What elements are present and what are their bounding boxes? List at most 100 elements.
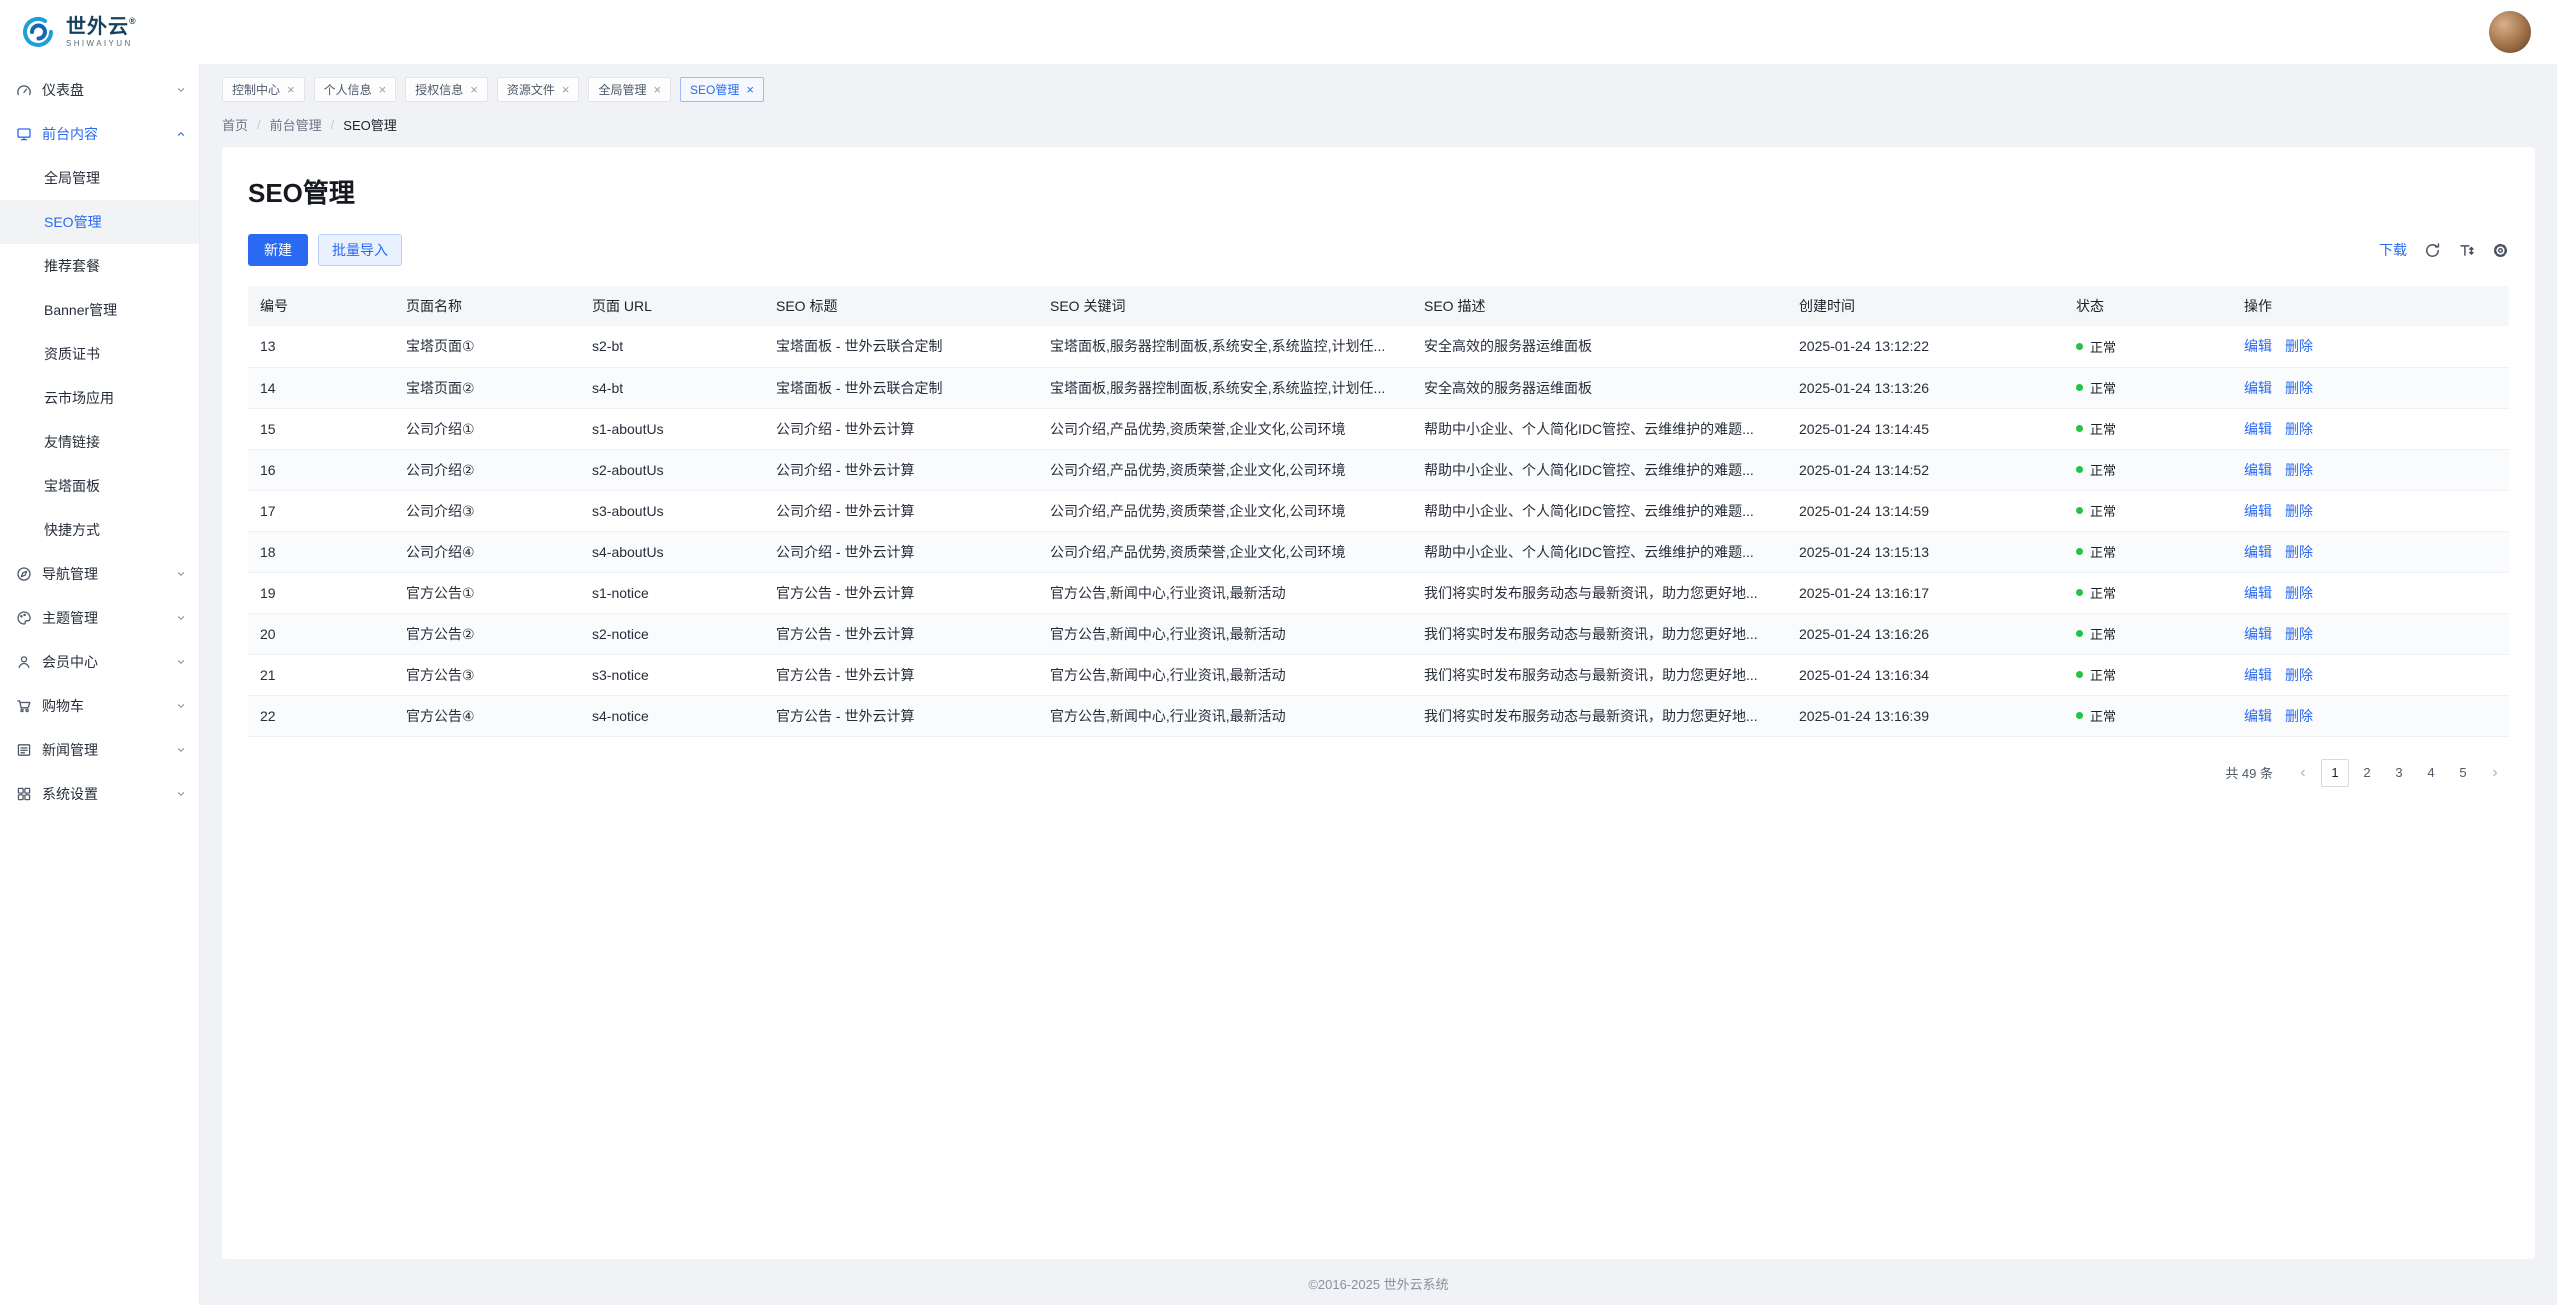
page-button-1[interactable]: 1 <box>2321 759 2349 787</box>
chevron-down-icon <box>175 568 187 580</box>
cell-keywords: 公司介绍,产品优势,资质荣誉,企业文化,公司环境 <box>1038 531 1412 572</box>
sidebar-subitem-5[interactable]: 资质证书 <box>0 332 199 376</box>
edit-link[interactable]: 编辑 <box>2244 503 2272 519</box>
tab-close-icon[interactable]: × <box>287 83 295 96</box>
cell-page-name: 公司介绍④ <box>394 531 580 572</box>
batch-import-button[interactable]: 批量导入 <box>318 234 402 266</box>
next-page-icon[interactable]: › <box>2481 759 2509 787</box>
delete-link[interactable]: 删除 <box>2285 462 2313 478</box>
cell-actions: 编辑删除 <box>2232 654 2509 695</box>
tab-4[interactable]: 资源文件 × <box>497 77 580 102</box>
status-label: 正常 <box>2090 504 2116 519</box>
edit-link[interactable]: 编辑 <box>2244 421 2272 437</box>
tab-close-icon[interactable]: × <box>470 83 478 96</box>
delete-link[interactable]: 删除 <box>2285 708 2313 724</box>
cell-keywords: 宝塔面板,服务器控制面板,系统安全,系统监控,计划任... <box>1038 326 1412 367</box>
cell-seo-title: 官方公告 - 世外云计算 <box>764 695 1038 736</box>
edit-link[interactable]: 编辑 <box>2244 544 2272 560</box>
edit-link[interactable]: 编辑 <box>2244 338 2272 354</box>
user-avatar[interactable] <box>2489 11 2531 53</box>
edit-link[interactable]: 编辑 <box>2244 585 2272 601</box>
edit-link[interactable]: 编辑 <box>2244 667 2272 683</box>
edit-link[interactable]: 编辑 <box>2244 462 2272 478</box>
top-header: 世外云® SHIWAIYUN <box>0 0 2557 64</box>
sidebar-subitem-1[interactable]: 全局管理 <box>0 156 199 200</box>
breadcrumb: 首页/前台管理/SEO管理 <box>200 102 2557 134</box>
column-settings-icon[interactable] <box>2492 242 2509 259</box>
tab-bar: 控制中心 × 个人信息 × 授权信息 × 资源文件 × 全局管理 × SEO管理… <box>200 64 2557 102</box>
sidebar-item-7[interactable]: 新闻管理 <box>0 728 199 772</box>
sidebar-item-4[interactable]: 主题管理 <box>0 596 199 640</box>
logo[interactable]: 世外云® SHIWAIYUN <box>18 12 137 52</box>
sidebar-item-3[interactable]: 导航管理 <box>0 552 199 596</box>
chevron-down-icon <box>175 788 187 800</box>
cell-keywords: 官方公告,新闻中心,行业资讯,最新活动 <box>1038 572 1412 613</box>
cell-url: s3-notice <box>580 654 764 695</box>
delete-link[interactable]: 删除 <box>2285 338 2313 354</box>
sidebar-item-2[interactable]: 前台内容 <box>0 112 199 156</box>
prev-page-icon[interactable]: ‹ <box>2289 759 2317 787</box>
cell-actions: 编辑删除 <box>2232 613 2509 654</box>
sidebar-subitem-3[interactable]: 推荐套餐 <box>0 244 199 288</box>
page-button-4[interactable]: 4 <box>2417 759 2445 787</box>
cell-id: 18 <box>248 531 394 572</box>
cell-created-time: 2025-01-24 13:15:13 <box>1787 531 2064 572</box>
theme-icon <box>16 610 32 626</box>
tab-close-icon[interactable]: × <box>653 83 661 96</box>
sidebar-subitem-9[interactable]: 快捷方式 <box>0 508 199 552</box>
status-label: 正常 <box>2090 422 2116 437</box>
sidebar-subitem-8[interactable]: 宝塔面板 <box>0 464 199 508</box>
sidebar-item-8[interactable]: 系统设置 <box>0 772 199 816</box>
col-header-1: 编号 <box>248 286 394 326</box>
tab-2[interactable]: 个人信息 × <box>314 77 397 102</box>
tab-3[interactable]: 授权信息 × <box>405 77 488 102</box>
page-button-3[interactable]: 3 <box>2385 759 2413 787</box>
sidebar-subitem-7[interactable]: 友情链接 <box>0 420 199 464</box>
tab-1[interactable]: 控制中心 × <box>222 77 305 102</box>
tab-5[interactable]: 全局管理 × <box>588 77 671 102</box>
page-buttons: 12345 <box>2321 759 2477 787</box>
sidebar-subitem-6[interactable]: 云市场应用 <box>0 376 199 420</box>
sidebar-item-6[interactable]: 购物车 <box>0 684 199 728</box>
breadcrumb-item-2[interactable]: 前台管理 <box>270 115 322 134</box>
tab-close-icon[interactable]: × <box>379 83 387 96</box>
sidebar-subitem-2[interactable]: SEO管理 <box>0 200 199 244</box>
delete-link[interactable]: 删除 <box>2285 503 2313 519</box>
delete-link[interactable]: 删除 <box>2285 421 2313 437</box>
delete-link[interactable]: 删除 <box>2285 667 2313 683</box>
sidebar-item-1[interactable]: 仪表盘 <box>0 68 199 112</box>
col-header-7: 创建时间 <box>1787 286 2064 326</box>
delete-link[interactable]: 删除 <box>2285 380 2313 396</box>
status-dot-icon <box>2076 425 2083 432</box>
table-header-row: 编号页面名称页面 URLSEO 标题SEO 关键词SEO 描述创建时间状态操作 <box>248 286 2509 326</box>
download-link[interactable]: 下载 <box>2379 240 2407 260</box>
edit-link[interactable]: 编辑 <box>2244 708 2272 724</box>
cell-page-name: 公司介绍② <box>394 449 580 490</box>
delete-link[interactable]: 删除 <box>2285 626 2313 642</box>
cell-actions: 编辑删除 <box>2232 367 2509 408</box>
status-dot-icon <box>2076 343 2083 350</box>
cell-status: 正常 <box>2064 531 2232 572</box>
page-button-2[interactable]: 2 <box>2353 759 2381 787</box>
chevron-down-icon <box>175 744 187 756</box>
delete-link[interactable]: 删除 <box>2285 585 2313 601</box>
breadcrumb-item-1[interactable]: 首页 <box>222 115 248 134</box>
toolbar-icons <box>2407 242 2509 259</box>
page-button-5[interactable]: 5 <box>2449 759 2477 787</box>
refresh-icon[interactable] <box>2424 242 2441 259</box>
edit-link[interactable]: 编辑 <box>2244 626 2272 642</box>
cell-description: 安全高效的服务器运维面板 <box>1412 367 1787 408</box>
content-card: SEO管理 新建 批量导入 下载 编号页面名称页面 URLSEO 标题SEO 关… <box>222 147 2535 1259</box>
edit-link[interactable]: 编辑 <box>2244 380 2272 396</box>
delete-link[interactable]: 删除 <box>2285 544 2313 560</box>
sidebar-subitem-4[interactable]: Banner管理 <box>0 288 199 332</box>
tab-close-icon[interactable]: × <box>746 83 754 96</box>
tab-close-icon[interactable]: × <box>562 83 570 96</box>
sidebar-item-5[interactable]: 会员中心 <box>0 640 199 684</box>
cell-keywords: 官方公告,新闻中心,行业资讯,最新活动 <box>1038 654 1412 695</box>
tab-6[interactable]: SEO管理 × <box>680 77 764 102</box>
cell-seo-title: 官方公告 - 世外云计算 <box>764 654 1038 695</box>
font-size-icon[interactable] <box>2458 242 2475 259</box>
new-button[interactable]: 新建 <box>248 234 308 266</box>
table-row: 19 官方公告① s1-notice 官方公告 - 世外云计算 官方公告,新闻中… <box>248 572 2509 613</box>
